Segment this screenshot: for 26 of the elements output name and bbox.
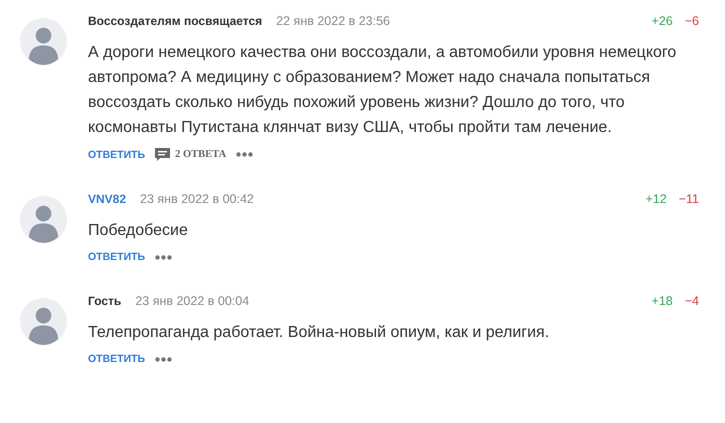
comment-text: Телепропаганда работает. Война-новый опиум, как и религия. (88, 323, 550, 343)
comment-text: Победобесие (88, 221, 189, 241)
comment-date: 22 янв 2022 в 23:56 (276, 14, 390, 28)
upvote-count[interactable]: +18 (652, 294, 673, 308)
downvote-count[interactable]: −11 (678, 192, 699, 206)
downvote-count[interactable]: −6 (684, 14, 699, 28)
author-name[interactable]: Воссоздателям посвящается (88, 14, 262, 28)
reply-link[interactable]: ОТВЕТИТЬ (88, 251, 146, 263)
more-icon[interactable] (236, 152, 254, 157)
author-name[interactable]: VNV82 (88, 192, 126, 206)
comment-date: 23 янв 2022 в 00:42 (140, 192, 254, 206)
avatar-icon (20, 196, 67, 243)
more-icon[interactable] (155, 254, 172, 260)
author-name[interactable]: Гость (88, 294, 122, 308)
upvote-count[interactable]: +12 (646, 192, 667, 206)
comment-text: А дороги немецкого качества они воссоздали, а автомобили уровня немецкого автопрома? А медицину с образованием? Может надо сначала попытаться воссоздать сколько нибудь похожий уровень жизни? Дошло до того, что космонавты Путистана клянчат визу США, чтобы пройти там лечение. (88, 43, 678, 138)
reply-link[interactable]: ОТВЕТИТЬ (88, 148, 146, 160)
avatar-icon (20, 18, 67, 65)
replies-link[interactable]: 2 ОТВЕТА (155, 148, 226, 161)
comment-date: 23 янв 2022 в 00:04 (135, 294, 250, 308)
downvote-count[interactable]: −4 (684, 294, 699, 308)
avatar-icon (20, 298, 67, 345)
more-icon[interactable] (155, 356, 172, 362)
upvote-count[interactable]: +26 (652, 14, 673, 28)
comment-icon (155, 148, 170, 161)
reply-link[interactable]: ОТВЕТИТЬ (88, 353, 146, 365)
